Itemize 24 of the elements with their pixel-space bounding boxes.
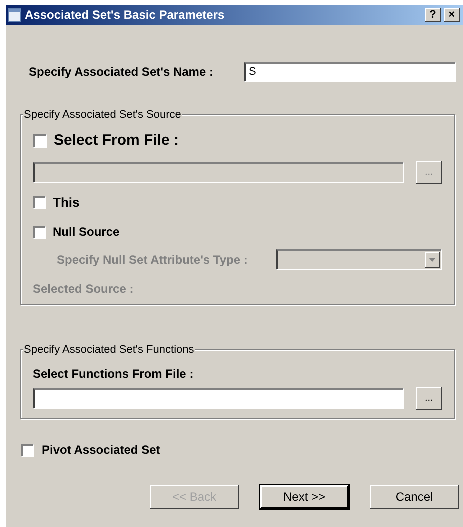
window-icon xyxy=(8,8,22,22)
browse-button[interactable]: ... xyxy=(416,387,442,410)
null-source-label: Null Source xyxy=(53,224,120,241)
functions-label: Select Functions From File : xyxy=(33,366,195,383)
checkbox[interactable] xyxy=(33,134,47,148)
pivot-label: Pivot Associated Set xyxy=(42,442,160,459)
checkbox[interactable] xyxy=(33,226,46,238)
close-button[interactable]: × xyxy=(444,8,460,22)
dialog-button[interactable]: Next >> xyxy=(260,485,349,509)
select-from-file-label: Select From File : xyxy=(54,131,180,151)
window-title: Associated Set's Basic Parameters xyxy=(25,7,226,24)
dialog-button[interactable]: Cancel xyxy=(370,485,459,509)
help-button[interactable]: ? xyxy=(425,8,441,22)
checkbox[interactable] xyxy=(33,196,46,209)
functions-file-field[interactable] xyxy=(33,388,404,409)
checkbox[interactable] xyxy=(21,444,34,456)
name-label: Specify Associated Set's Name : xyxy=(29,64,214,81)
source-legend: Specify Associated Set's Source xyxy=(23,107,182,124)
name-field[interactable]: S xyxy=(244,62,456,82)
this-label: This xyxy=(53,194,80,212)
null-type-label: Specify Null Set Attribute's Type : xyxy=(57,252,249,268)
null-type-dropdown[interactable] xyxy=(276,249,442,270)
selected-source-label: Selected Source : xyxy=(33,281,135,298)
functions-legend: Specify Associated Set's Functions xyxy=(23,342,196,358)
